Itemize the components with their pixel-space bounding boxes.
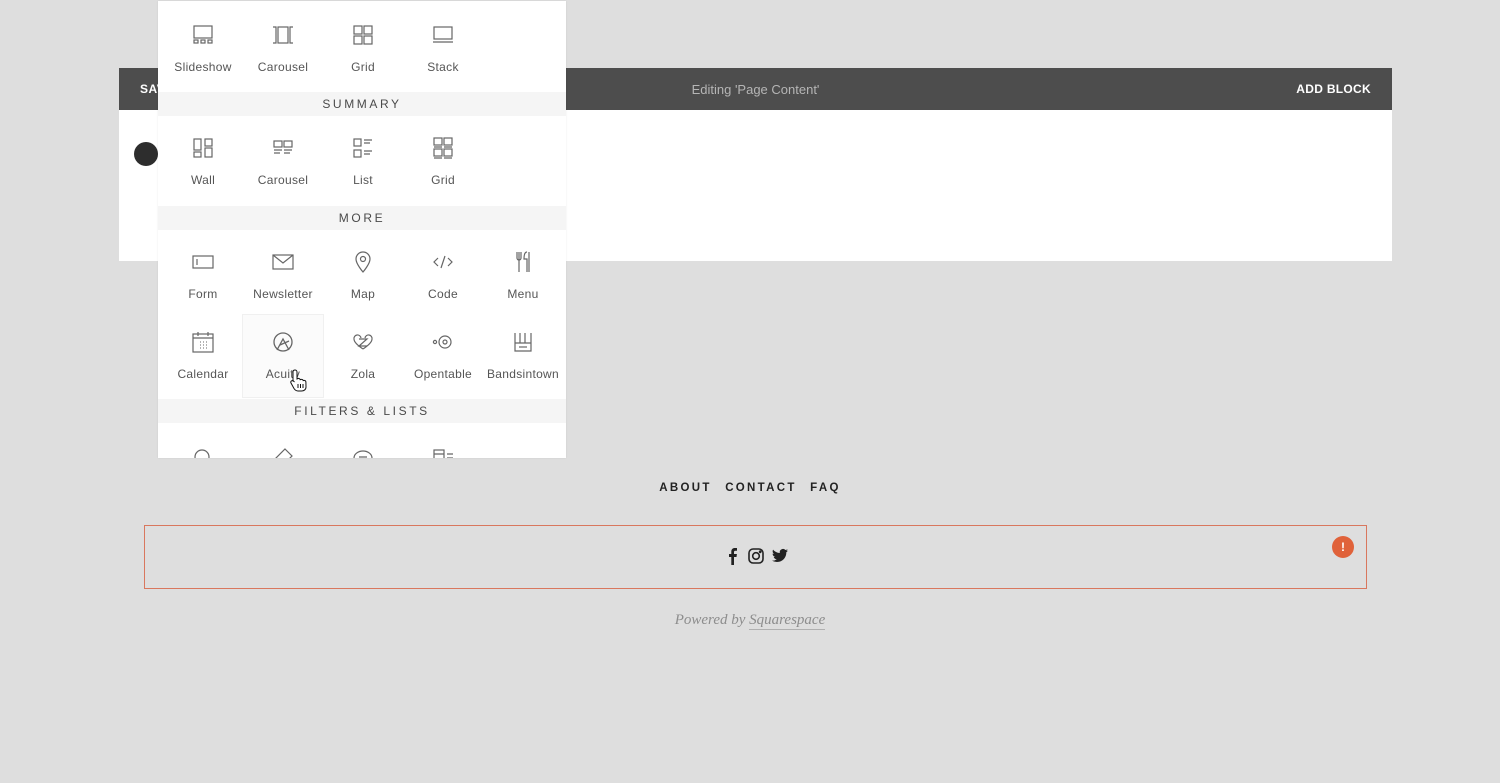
archive-list-icon <box>431 446 455 458</box>
comment-icon <box>351 446 375 458</box>
opentable-icon <box>431 330 455 354</box>
squarespace-link[interactable]: Squarespace <box>749 612 826 630</box>
map-pin-icon <box>351 250 375 274</box>
block-bandsintown[interactable]: Bandsintown <box>483 321 563 391</box>
stack-icon <box>431 23 455 47</box>
block-label: Grid <box>351 60 375 74</box>
block-tag-cloud[interactable] <box>243 437 323 458</box>
block-search[interactable] <box>163 437 243 458</box>
block-label: Carousel <box>257 60 309 74</box>
social-links-block[interactable] <box>144 525 1367 589</box>
block-zola[interactable]: Zola <box>323 321 403 391</box>
block-label: Acuity <box>265 367 301 381</box>
section-header-filters: FILTERS & LISTS <box>158 399 566 423</box>
block-carousel[interactable]: Carousel <box>243 14 323 84</box>
powered-by: Powered by Squarespace <box>0 612 1500 630</box>
summary-carousel-icon <box>271 136 295 160</box>
section-header-more: MORE <box>158 206 566 230</box>
block-list[interactable]: List <box>323 127 403 197</box>
fork-knife-icon <box>511 250 535 274</box>
block-map[interactable]: Map <box>323 241 403 311</box>
carousel-icon <box>271 23 295 47</box>
search-icon <box>191 446 215 458</box>
block-label: Bandsintown <box>486 367 559 381</box>
bandsintown-icon <box>511 330 535 354</box>
section-header-summary: SUMMARY <box>158 92 566 116</box>
block-label: Wall <box>190 173 216 187</box>
block-newsletter[interactable]: Newsletter <box>243 241 323 311</box>
footer-link-contact[interactable]: CONTACT <box>725 482 796 494</box>
wall-icon <box>191 136 215 160</box>
block-code[interactable]: Code <box>403 241 483 311</box>
add-block-button[interactable]: ADD BLOCK <box>1296 82 1371 96</box>
block-acuity[interactable]: Acuity <box>242 314 324 398</box>
powered-by-prefix: Powered by <box>674 612 746 628</box>
block-label: Menu <box>507 287 539 301</box>
block-calendar[interactable]: Calendar <box>163 321 243 391</box>
instagram-icon[interactable] <box>747 547 765 565</box>
block-opentable[interactable]: Opentable <box>403 321 483 391</box>
tag-icon <box>271 446 295 458</box>
block-menu[interactable]: Menu <box>483 241 563 311</box>
facebook-icon[interactable] <box>724 547 742 565</box>
social-icons <box>724 547 794 567</box>
block-label: Form <box>188 287 218 301</box>
block-label: Stack <box>427 60 459 74</box>
block-label: Opentable <box>413 367 473 381</box>
code-icon <box>431 250 455 274</box>
zola-icon <box>351 330 375 354</box>
hand-cursor-icon <box>289 368 309 392</box>
footer-nav: ABOUT CONTACT FAQ <box>0 482 1500 494</box>
insert-point-icon[interactable] <box>134 142 158 166</box>
summary-grid-icon <box>431 136 455 160</box>
block-label: List <box>353 173 373 187</box>
acuity-icon <box>271 330 295 354</box>
block-summary-grid[interactable]: Grid <box>403 127 483 197</box>
block-slideshow[interactable]: Slideshow <box>163 14 243 84</box>
twitter-icon[interactable] <box>771 547 789 565</box>
block-label: Code <box>428 287 458 301</box>
block-label: Calendar <box>177 367 229 381</box>
block-grid[interactable]: Grid <box>323 14 403 84</box>
block-archive[interactable] <box>403 437 483 458</box>
block-picker-panel: Slideshow Carousel Grid Stack SUMMARY Wa… <box>158 1 566 458</box>
envelope-icon <box>271 250 295 274</box>
block-form[interactable]: Form <box>163 241 243 311</box>
block-label: Carousel <box>257 173 309 187</box>
block-label: Zola <box>350 367 376 381</box>
block-comments[interactable] <box>323 437 403 458</box>
alert-badge[interactable]: ! <box>1332 536 1354 558</box>
block-label: Newsletter <box>253 287 313 301</box>
list-icon <box>351 136 375 160</box>
slideshow-icon <box>191 23 215 47</box>
grid-icon <box>351 23 375 47</box>
block-label: Grid <box>431 173 455 187</box>
calendar-icon <box>191 330 215 354</box>
block-label: Map <box>350 287 376 301</box>
block-wall[interactable]: Wall <box>163 127 243 197</box>
footer-link-faq[interactable]: FAQ <box>810 482 841 494</box>
block-stack[interactable]: Stack <box>403 14 483 84</box>
block-summary-carousel[interactable]: Carousel <box>243 127 323 197</box>
footer-link-about[interactable]: ABOUT <box>659 482 711 494</box>
form-icon <box>191 250 215 274</box>
block-label: Slideshow <box>174 60 232 74</box>
